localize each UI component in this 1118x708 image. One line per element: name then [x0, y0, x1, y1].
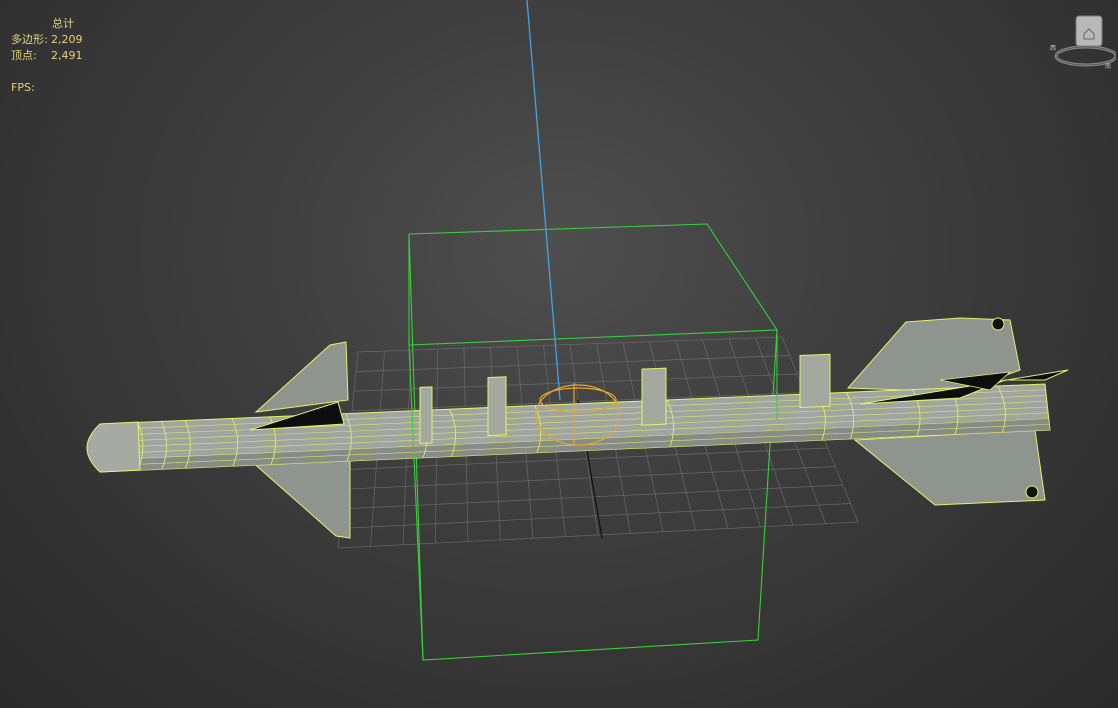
rear-fin-lower: [853, 429, 1046, 506]
grid-line: [337, 521, 859, 549]
viewcube-face[interactable]: [1075, 15, 1103, 47]
viewcube-compass-south: 南: [1105, 62, 1111, 70]
band: [641, 367, 667, 426]
front-fin-lower: [248, 454, 351, 539]
nose-cone: [86, 421, 141, 473]
scene-canvas[interactable]: [0, 0, 1118, 708]
stats-total-header: 总计: [52, 17, 74, 30]
viewcube[interactable]: 西 南: [1050, 12, 1118, 72]
viewcube-graphic[interactable]: 西 南: [1050, 12, 1118, 72]
band: [487, 376, 507, 437]
viewcube-compass-west: 西: [1050, 45, 1056, 52]
rolleron-lower: [1025, 485, 1039, 499]
band: [419, 386, 433, 444]
stats-polygons-value: 2,209: [51, 33, 83, 46]
stats-polygons-label: 多边形:: [11, 33, 48, 46]
missile-model[interactable]: [86, 317, 1069, 539]
bbox-edge: [408, 329, 778, 346]
stats-block: 多边形: 2,209 顶点: 2,491: [11, 32, 131, 64]
stats-polygons-row: 多边形: 2,209: [11, 32, 131, 48]
stats-vertices-label: 顶点:: [11, 49, 37, 62]
stats-fps-label: FPS:: [11, 81, 35, 94]
stats-vertices-row: 顶点: 2,491: [11, 48, 131, 64]
front-fin-upper: [254, 341, 349, 413]
band: [799, 353, 831, 408]
3d-viewport[interactable]: 总计 多边形: 2,209 顶点: 2,491 FPS: 西 南: [0, 0, 1118, 708]
rolleron-upper: [991, 317, 1005, 331]
stats-vertices-value: 2,491: [51, 49, 83, 62]
bbox-front-edges: [408, 330, 778, 661]
grid-line: [355, 355, 790, 372]
